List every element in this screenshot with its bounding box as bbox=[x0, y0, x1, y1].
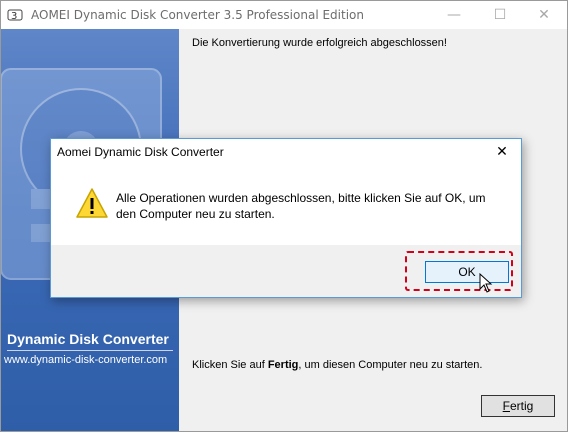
main-window: 3 AOMEI Dynamic Disk Converter 3.5 Profe… bbox=[0, 0, 568, 432]
app-icon: 3 bbox=[7, 9, 23, 22]
minimize-button[interactable]: — bbox=[431, 1, 477, 29]
window-title: AOMEI Dynamic Disk Converter 3.5 Profess… bbox=[31, 8, 364, 22]
finish-button-label: ertig bbox=[510, 399, 534, 413]
finish-button[interactable]: Fertig bbox=[481, 395, 555, 417]
restart-dialog: Aomei Dynamic Disk Converter ✕ Alle Oper… bbox=[50, 138, 522, 298]
finish-prefix: Klicken Sie auf bbox=[192, 359, 268, 371]
product-name: Dynamic Disk Converter bbox=[7, 331, 169, 347]
finish-keyword: Fertig bbox=[267, 359, 299, 371]
title-bar: 3 AOMEI Dynamic Disk Converter 3.5 Profe… bbox=[1, 1, 567, 29]
ok-button[interactable]: OK bbox=[425, 261, 509, 283]
success-message: Die Konvertierung wurde erfolgreich abge… bbox=[192, 37, 447, 49]
product-url: www.dynamic-disk-converter.com bbox=[4, 354, 168, 366]
dialog-message: Alle Operationen wurden abgeschlossen, b… bbox=[116, 191, 486, 221]
divider bbox=[7, 350, 173, 351]
maximize-button[interactable]: ☐ bbox=[477, 1, 523, 29]
warning-icon bbox=[76, 188, 108, 218]
finish-instruction: Klicken Sie auf Fertig, um diesen Comput… bbox=[192, 359, 482, 371]
finish-suffix: , um diesen Computer neu zu starten. bbox=[298, 359, 483, 371]
window-close-button[interactable]: ✕ bbox=[521, 1, 567, 29]
dialog-close-button[interactable]: ✕ bbox=[487, 139, 517, 165]
mouse-cursor-icon bbox=[479, 273, 493, 293]
dialog-footer: OK bbox=[51, 245, 521, 297]
svg-text:3: 3 bbox=[11, 11, 17, 22]
dialog-body: Alle Operationen wurden abgeschlossen, b… bbox=[51, 167, 521, 245]
finish-button-mnemonic: F bbox=[502, 399, 510, 413]
dialog-title: Aomei Dynamic Disk Converter bbox=[57, 145, 224, 159]
